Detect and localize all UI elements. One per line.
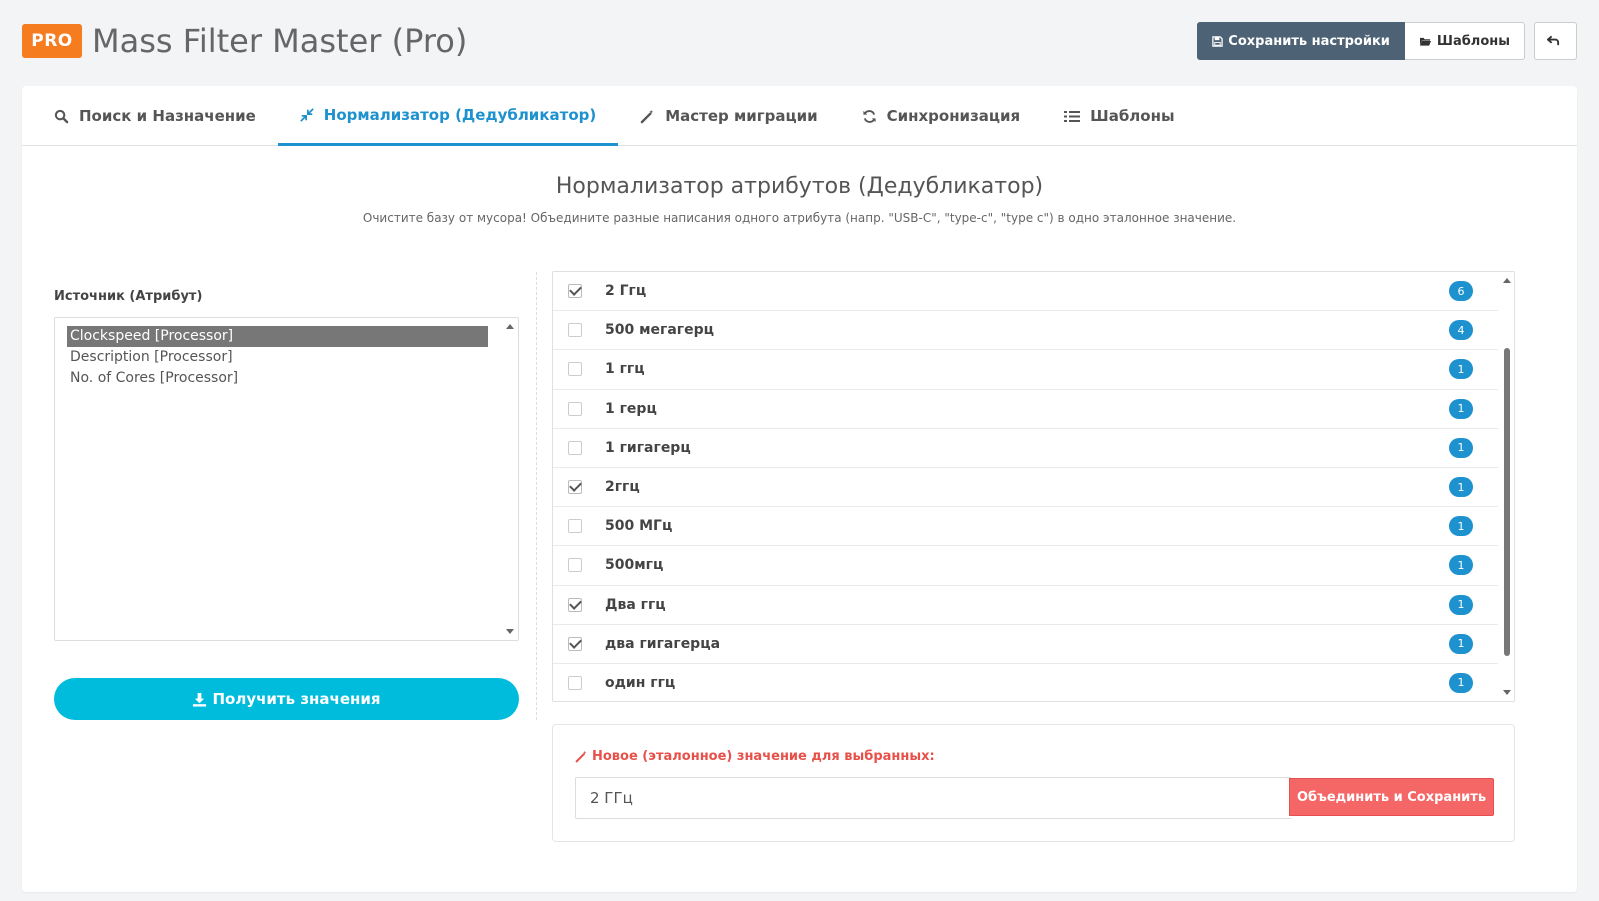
value-row[interactable]: 1 ггц 1: [553, 350, 1498, 390]
back-button[interactable]: [1534, 22, 1577, 60]
value-text: 1 герц: [605, 400, 657, 417]
value-text: 1 ггц: [605, 361, 645, 378]
value-text: 500 мегагерц: [605, 322, 715, 339]
tab-synchronization[interactable]: Синхронизация: [840, 86, 1043, 146]
value-count-badge: 1: [1449, 477, 1473, 498]
value-row[interactable]: два гигагерца 1: [553, 625, 1498, 664]
tab-label: Поиск и Назначение: [79, 107, 256, 125]
value-text: 2 Ггц: [605, 283, 647, 300]
scroll-up-arrow[interactable]: [1503, 278, 1511, 283]
tab-label: Шаблоны: [1090, 107, 1175, 125]
source-option[interactable]: Description [Processor]: [67, 347, 488, 368]
value-count-badge: 1: [1449, 359, 1473, 380]
source-attribute-select[interactable]: Clockspeed [Processor] Description [Proc…: [54, 317, 519, 641]
tab-migration-wizard[interactable]: Мастер миграции: [618, 86, 839, 146]
value-text: 500мгц: [605, 557, 664, 574]
tab-label: Мастер миграции: [665, 107, 818, 125]
tab-label: Синхронизация: [886, 107, 1021, 125]
value-count-badge: 6: [1449, 281, 1473, 302]
value-checkbox[interactable]: [568, 440, 582, 455]
value-count-badge: 1: [1449, 633, 1473, 654]
value-count-badge: 1: [1449, 594, 1473, 615]
value-count-badge: 1: [1449, 555, 1473, 576]
value-text: 2ггц: [605, 479, 640, 496]
list-icon: [1064, 110, 1081, 122]
page-header: PRO Mass Filter Master (Pro) Сохранить н…: [22, 18, 1577, 64]
tab-search-assign[interactable]: Поиск и Назначение: [32, 86, 278, 146]
value-count-badge: 1: [1449, 437, 1473, 458]
refresh-icon: [863, 109, 876, 123]
scroll-down-arrow[interactable]: [506, 629, 514, 634]
value-count-badge: 1: [1449, 398, 1473, 419]
value-checkbox[interactable]: [568, 519, 582, 534]
merge-panel: Новое (эталонное) значение для выбранных…: [552, 724, 1515, 842]
value-checkbox[interactable]: [568, 480, 582, 495]
folder-open-icon: [1419, 37, 1431, 46]
header-actions: Сохранить настройки Шаблоны: [1197, 22, 1577, 60]
value-row[interactable]: 1 герц 1: [553, 390, 1498, 429]
fetch-values-label: Получить значения: [212, 690, 381, 708]
undo-icon: [1546, 35, 1559, 46]
value-count-badge: 1: [1449, 672, 1473, 693]
section-title: Нормализатор атрибутов (Дедубликатор): [555, 174, 1044, 199]
value-row[interactable]: один ггц 1: [553, 664, 1498, 701]
value-checkbox[interactable]: [568, 597, 582, 612]
value-text: два гигагерца: [605, 635, 721, 652]
source-option[interactable]: No. of Cores [Processor]: [67, 368, 488, 389]
app-title: Mass Filter Master (Pro): [92, 22, 468, 60]
value-row[interactable]: 2 Ггц 6: [553, 272, 1498, 312]
download-icon: [193, 692, 207, 707]
save-settings-label: Сохранить настройки: [1228, 33, 1390, 49]
scroll-down-arrow[interactable]: [1503, 690, 1511, 695]
value-checkbox[interactable]: [568, 636, 582, 651]
value-checkbox[interactable]: [568, 362, 582, 377]
value-checkbox[interactable]: [568, 558, 582, 573]
value-row[interactable]: 500мгц 1: [553, 546, 1498, 586]
canonical-value-input[interactable]: [575, 777, 1291, 819]
value-checkbox[interactable]: [568, 401, 582, 416]
value-row[interactable]: 2ггц 1: [553, 468, 1498, 508]
value-count-badge: 4: [1449, 320, 1473, 341]
value-text: один ггц: [605, 674, 676, 691]
merge-label: Новое (эталонное) значение для выбранных…: [575, 749, 935, 764]
value-row[interactable]: Два ггц 1: [553, 586, 1498, 625]
value-text: Два ггц: [605, 596, 666, 613]
value-row[interactable]: 1 гигагерц 1: [553, 429, 1498, 468]
merge-save-button[interactable]: Объединить и Сохранить: [1289, 778, 1494, 816]
value-count-badge: 1: [1449, 516, 1473, 537]
value-checkbox[interactable]: [568, 284, 582, 299]
save-settings-button[interactable]: Сохранить настройки: [1197, 22, 1405, 60]
value-text: 1 гигагерц: [605, 439, 691, 456]
tab-normalizer[interactable]: Нормализатор (Дедубликатор): [277, 86, 619, 146]
column-divider: [536, 272, 537, 720]
magic-wand-icon: [575, 750, 587, 763]
values-list: 2 Ггц 6 500 мегагерц 4 1 ггц 1 1 герц 1 1 гигаге…: [552, 271, 1515, 702]
search-icon: [54, 109, 69, 123]
templates-button[interactable]: Шаблоны: [1404, 22, 1525, 60]
scrollbar-thumb[interactable]: [1504, 348, 1510, 656]
value-row[interactable]: 500 мегагерц 4: [553, 311, 1498, 351]
tab-bar: Поиск и Назначение Нормализатор (Дедубли…: [22, 86, 1577, 146]
source-option[interactable]: Clockspeed [Processor]: [67, 326, 488, 347]
templates-label: Шаблоны: [1436, 33, 1510, 49]
magic-wand-icon: [640, 109, 654, 123]
merge-label-text: Новое (эталонное) значение для выбранных…: [592, 749, 935, 764]
pro-badge: PRO: [22, 24, 82, 58]
value-checkbox[interactable]: [568, 675, 582, 690]
floppy-disk-icon: [1212, 35, 1224, 47]
value-text: 500 МГц: [605, 518, 673, 535]
section-subtitle: Очистите базу от мусора! Объедините разн…: [362, 211, 1237, 225]
tab-templates[interactable]: Шаблоны: [1042, 86, 1196, 146]
fetch-values-button[interactable]: Получить значения: [54, 678, 519, 720]
compress-icon: [300, 107, 314, 122]
main-card: Поиск и Назначение Нормализатор (Дедубли…: [22, 86, 1577, 892]
tab-label: Нормализатор (Дедубликатор): [323, 105, 597, 124]
values-scrollbar[interactable]: [1500, 272, 1514, 701]
scroll-up-arrow[interactable]: [506, 324, 514, 329]
source-attribute-label: Источник (Атрибут): [54, 289, 203, 304]
value-checkbox[interactable]: [568, 323, 582, 338]
value-row[interactable]: 500 МГц 1: [553, 507, 1498, 547]
